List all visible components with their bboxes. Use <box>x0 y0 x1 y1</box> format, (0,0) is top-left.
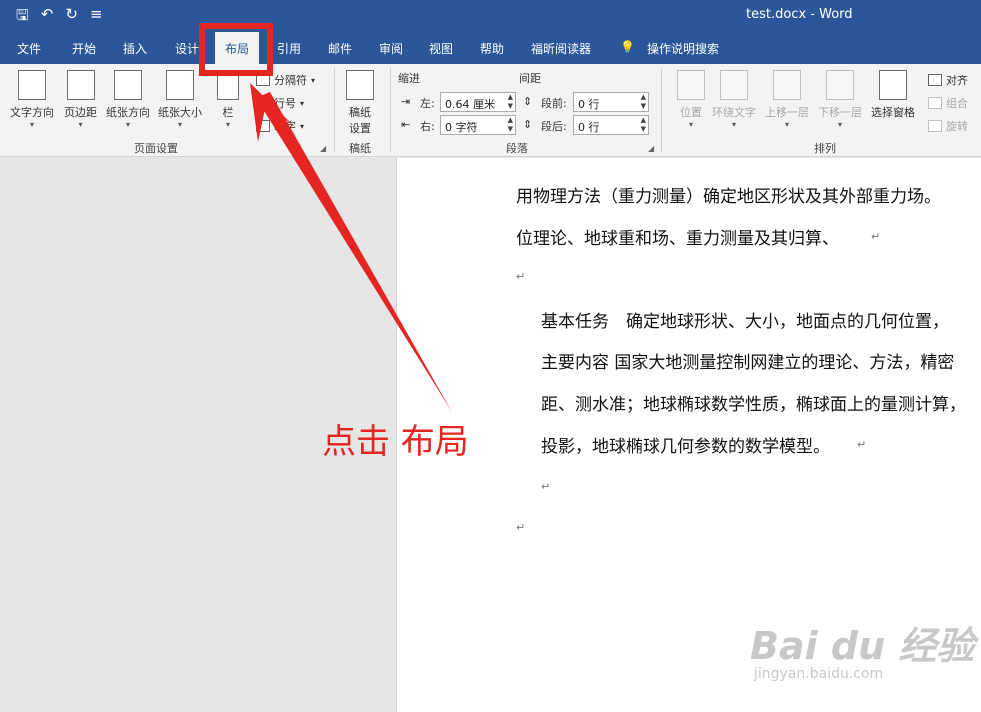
watermark: Bai du 经验 jingyan.baidu.com <box>750 626 974 682</box>
watermark-url: jingyan.baidu.com <box>754 666 884 682</box>
arrow-shaft <box>256 92 452 412</box>
annotation-text: 点击 布局 <box>322 422 469 462</box>
watermark-logo: Bai du 经验 <box>750 624 975 668</box>
annotation-arrow <box>250 83 452 412</box>
